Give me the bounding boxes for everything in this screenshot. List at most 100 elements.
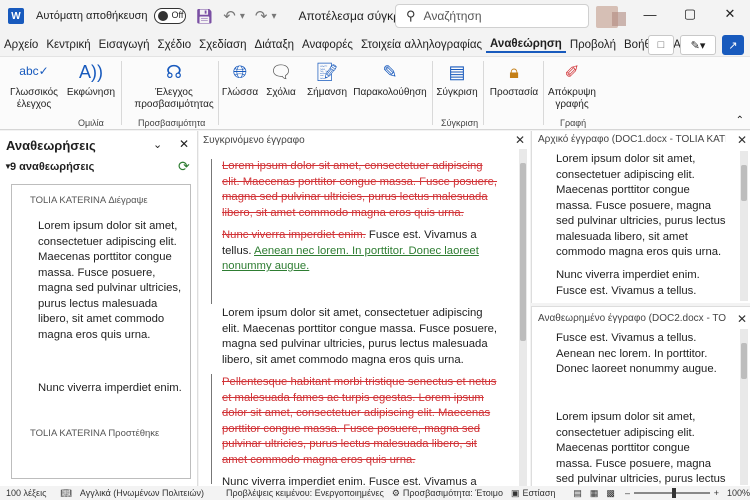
close-icon[interactable]: ✕ xyxy=(179,137,189,151)
redo-icon[interactable]: ↷ xyxy=(255,7,268,25)
compare-icon: ▤ xyxy=(448,61,466,82)
deleted-text: Nunc viverra imperdiet enim. xyxy=(222,229,366,241)
ribbon: abc✓ Γλωσσικός έλεγχος A)) Εκφώνηση Ομιλ… xyxy=(0,56,750,130)
tab-view[interactable]: Προβολή xyxy=(566,39,620,51)
scrollbar-thumb[interactable] xyxy=(520,163,526,341)
tracking-label: Παρακολούθηση xyxy=(353,87,427,98)
share-icon[interactable]: ↗ xyxy=(722,35,744,55)
proofing-button[interactable]: abc✓ Γλωσσικός έλεγχος xyxy=(8,59,60,110)
comments-button[interactable]: 🗨︎ Σχόλια xyxy=(264,59,298,99)
editing-mode-icon[interactable]: ✎▾ xyxy=(680,35,716,55)
tab-draw[interactable]: Σχεδίαση xyxy=(195,39,250,51)
focus-icon[interactable]: ▣ xyxy=(511,488,520,499)
refresh-icon[interactable]: ⟳ xyxy=(178,158,190,175)
ribbon-separator xyxy=(543,61,544,125)
undo-icon[interactable]: ↶ xyxy=(223,7,236,25)
scrollbar[interactable] xyxy=(519,149,527,486)
original-document-title: Αρχικό έγγραφο (DOC1.docx - TOLIA KATERI… xyxy=(538,134,726,145)
minimize-icon[interactable]: — xyxy=(630,0,670,28)
zoom-level[interactable]: 100% xyxy=(727,488,750,498)
avatar-badge xyxy=(612,12,626,26)
tab-design[interactable]: Σχέδιο xyxy=(154,39,196,51)
tab-file[interactable]: Αρχείο xyxy=(0,39,42,51)
paragraph: Nunc viverra imperdiet enim. Fusce est. … xyxy=(222,228,502,275)
close-icon[interactable]: ✕ xyxy=(515,133,525,147)
inserted-text: Aenean nec lorem. In porttitor. Donec la… xyxy=(222,244,479,273)
zoom-out-icon[interactable]: – xyxy=(625,488,630,498)
close-icon[interactable]: ✕ xyxy=(737,133,747,147)
maximize-icon[interactable]: ▢ xyxy=(670,0,710,28)
accessibility-button[interactable]: ☊ Έλεγχος προσβασιμότητας xyxy=(134,59,214,110)
zoom-slider[interactable] xyxy=(633,488,710,498)
ink-icon: ✐ xyxy=(564,61,580,82)
scrollbar[interactable] xyxy=(740,151,748,301)
hide-ink-label: Απόκρυψη γραφής xyxy=(548,87,596,110)
comments-label: Σχόλια xyxy=(266,87,296,98)
paragraph: Lorem ipsum dolor sit amet, consectetuer… xyxy=(556,153,726,258)
save-icon[interactable]: 💾︎ xyxy=(196,8,214,25)
autosave-toggle[interactable]: Off xyxy=(153,8,186,24)
scrollbar-thumb[interactable] xyxy=(741,165,747,201)
revision-author[interactable]: TOLIA KATERINA Προστέθηκε xyxy=(30,428,159,439)
markup-button[interactable]: 📝︎ Σήμανση xyxy=(305,59,349,99)
read-aloud-button[interactable]: A)) Εκφώνηση xyxy=(66,59,116,99)
comments-icon[interactable]: □ xyxy=(648,35,674,55)
language-label: Γλώσσα xyxy=(221,87,259,98)
word-app-icon: W xyxy=(8,8,24,24)
compare-button[interactable]: ▤ Σύγκριση xyxy=(436,59,478,99)
original-document-pane: Αρχικό έγγραφο (DOC1.docx - TOLIA KATERI… xyxy=(531,131,750,303)
print-layout-icon[interactable]: ▦ xyxy=(590,488,599,499)
revisions-title: Αναθεωρήσεις xyxy=(6,138,96,153)
tab-review[interactable]: Αναθεώρηση xyxy=(486,38,566,53)
tab-layout[interactable]: Διάταξη xyxy=(251,39,298,51)
tab-references[interactable]: Αναφορές xyxy=(298,39,357,51)
revised-document-pane: Αναθεωρημένο έγγραφο (DOC2.docx - TOLIA … xyxy=(531,306,750,486)
collapse-ribbon-icon[interactable]: ⌃ xyxy=(736,115,744,126)
tab-mailings[interactable]: Στοιχεία αλληλογραφίας xyxy=(357,39,486,51)
deleted-text: Lorem ipsum dolor sit amet, consectetuer… xyxy=(222,160,498,219)
tab-insert[interactable]: Εισαγωγή xyxy=(95,39,154,51)
status-bar: 100 λέξεις 📖︎ Αγγλικά (Ηνωμένων Πολιτειώ… xyxy=(0,486,750,500)
word-count[interactable]: 100 λέξεις xyxy=(6,488,46,498)
revision-text: Lorem ipsum dolor sit amet, consectetuer… xyxy=(38,220,182,341)
zoom-slider-thumb[interactable] xyxy=(671,488,676,498)
scrollbar[interactable] xyxy=(740,329,748,485)
undo-dropdown-icon[interactable]: ▾ xyxy=(240,11,245,22)
deleted-text: Pellentesque habitant morbi tristique se… xyxy=(222,376,497,466)
lock-icon: 🔒︎ xyxy=(509,61,519,82)
search-box[interactable]: ⚲ Αναζήτηση xyxy=(395,4,589,28)
revisions-count: 9 αναθεωρήσεις xyxy=(10,161,95,173)
customize-toolbar-icon[interactable]: ▾ xyxy=(271,11,276,22)
accessibility-label: Έλεγχος προσβασιμότητας xyxy=(134,87,214,110)
focus-mode[interactable]: Εστίαση xyxy=(523,488,556,498)
close-window-icon[interactable]: ✕ xyxy=(710,0,750,28)
revision-text: Nunc viverra imperdiet enim. xyxy=(38,382,182,394)
autosave-state: Off xyxy=(171,10,184,20)
web-layout-icon[interactable]: ▩ xyxy=(606,488,615,499)
compared-document-title: Συγκρινόμενο έγγραφο xyxy=(203,135,305,146)
revision-author[interactable]: TOLIA KATERINA Διέγραψε xyxy=(30,195,148,206)
zoom-in-icon[interactable]: + xyxy=(714,488,719,498)
tab-home[interactable]: Κεντρική xyxy=(42,39,94,51)
markup-icon: 📝︎ xyxy=(315,61,339,82)
revised-document-title: Αναθεωρημένο έγγραφο (DOC2.docx - TOLIA … xyxy=(538,313,726,324)
ribbon-separator xyxy=(483,61,484,125)
language-button[interactable]: 🌐︎ Γλώσσα xyxy=(222,59,258,99)
compared-document-pane: Συγκρινόμενο έγγραφο ✕ Lorem ipsum dolor… xyxy=(199,131,530,486)
text-predictions-status[interactable]: Προβλέψεις κειμένου: Ενεργοποιημένες xyxy=(226,488,384,498)
chevron-down-icon[interactable]: ⌄ xyxy=(153,138,162,151)
protect-button[interactable]: 🔒︎ Προστασία xyxy=(489,59,539,99)
close-icon[interactable]: ✕ xyxy=(737,312,747,326)
scrollbar-thumb[interactable] xyxy=(741,343,747,379)
accessibility-status-icon[interactable]: ⚙ xyxy=(392,488,400,499)
ribbon-separator xyxy=(121,61,122,125)
paragraph: Lorem ipsum dolor sit amet, consectetuer… xyxy=(222,307,498,366)
paragraph: Lorem ipsum dolor sit amet, consectetuer… xyxy=(556,411,726,485)
proofing-status-icon[interactable]: 📖︎ xyxy=(60,488,71,499)
accessibility-status[interactable]: Προσβασιμότητα: Έτοιμο xyxy=(403,488,503,498)
hide-ink-button[interactable]: ✐ Απόκρυψη γραφής xyxy=(547,59,597,110)
change-bar xyxy=(211,374,212,484)
tracking-button[interactable]: ✎ Παρακολούθηση xyxy=(353,59,427,99)
language-status[interactable]: Αγγλικά (Ηνωμένων Πολιτειών) xyxy=(80,488,204,498)
read-mode-icon[interactable]: ▤ xyxy=(573,488,582,499)
